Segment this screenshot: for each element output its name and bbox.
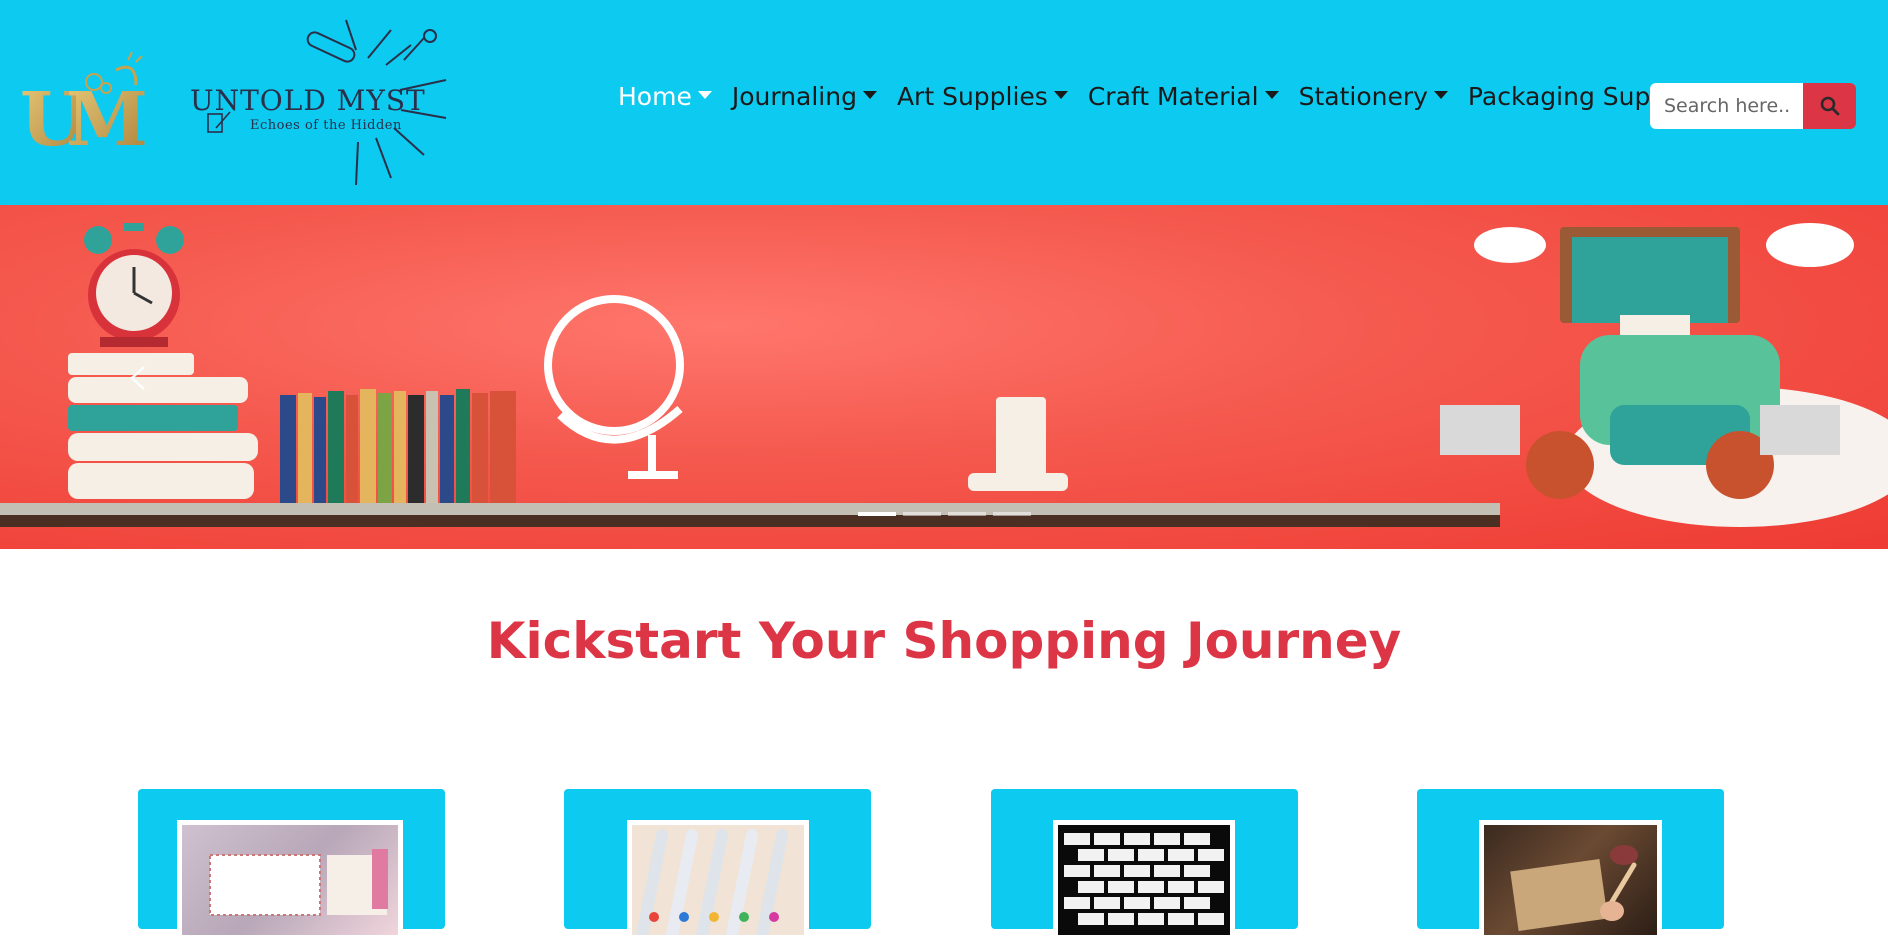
- book-row-illustration: [280, 389, 516, 503]
- globe-illustration: [544, 295, 684, 479]
- banner-illustration: [68, 223, 1888, 527]
- book-stack-illustration: [68, 353, 258, 499]
- caret-down-icon: [1433, 90, 1448, 99]
- search-form: [1650, 83, 1856, 129]
- search-icon: [1820, 96, 1839, 116]
- section-title: Kickstart Your Shopping Journey: [486, 612, 1402, 670]
- caret-down-icon: [1053, 90, 1068, 99]
- carousel-prev-button[interactable]: [124, 363, 154, 393]
- carousel-indicator-1[interactable]: [858, 512, 896, 516]
- chevron-left-icon: [130, 366, 145, 390]
- nav-item-home[interactable]: Home: [608, 82, 722, 111]
- site-header: U M UNTOLD MYST Echoes of the Hidden Hom…: [0, 0, 1888, 205]
- small-book-illustration: [968, 397, 1068, 491]
- nav-item-stationery[interactable]: Stationery: [1289, 82, 1458, 111]
- shelf-top: [0, 503, 1500, 515]
- nav-item-craft-material[interactable]: Craft Material: [1078, 82, 1289, 111]
- carousel-indicator-3[interactable]: [948, 512, 986, 516]
- caret-down-icon: [697, 90, 712, 99]
- brand-logo[interactable]: U M UNTOLD MYST Echoes of the Hidden: [16, 10, 456, 190]
- carousel-indicators: [858, 512, 1031, 516]
- caret-down-icon: [1264, 90, 1279, 99]
- nav-item-journaling[interactable]: Journaling: [722, 82, 887, 111]
- shelf-bottom: [0, 515, 1500, 527]
- category-card[interactable]: [991, 789, 1298, 940]
- category-card[interactable]: [1417, 789, 1724, 940]
- category-card[interactable]: [564, 789, 871, 940]
- search-button[interactable]: [1803, 83, 1856, 129]
- category-image: [1479, 820, 1662, 940]
- category-card[interactable]: [138, 789, 445, 940]
- main-nav: Home Journaling Art Supplies Craft Mater…: [608, 82, 1739, 111]
- brand-tagline: Echoes of the Hidden: [250, 118, 402, 133]
- category-image: [627, 820, 809, 940]
- nav-item-label: Journaling: [731, 82, 857, 111]
- carousel-indicator-2[interactable]: [903, 512, 941, 516]
- category-image: [177, 820, 403, 940]
- search-input[interactable]: [1650, 83, 1803, 129]
- category-image: [1053, 820, 1235, 940]
- brand-name: UNTOLD MYST: [190, 84, 426, 117]
- nav-item-label: Art Supplies: [896, 82, 1048, 111]
- nav-item-label: Stationery: [1298, 82, 1428, 111]
- nav-item-art-supplies[interactable]: Art Supplies: [887, 82, 1078, 111]
- nav-item-label: Craft Material: [1087, 82, 1259, 111]
- alarm-clock-illustration: [84, 223, 184, 347]
- hero-carousel: [0, 205, 1888, 549]
- nav-item-label: Home: [618, 82, 692, 111]
- caret-down-icon: [862, 90, 877, 99]
- carousel-indicator-4[interactable]: [993, 512, 1031, 516]
- svg-text:M: M: [66, 77, 148, 163]
- backpack-illustration: [1440, 223, 1888, 527]
